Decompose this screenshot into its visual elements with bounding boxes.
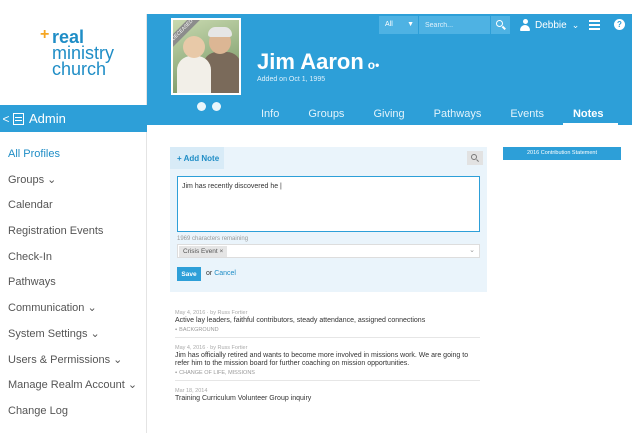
tag-icon: ⬩ [175, 369, 178, 376]
note-meta: May 4, 2016 · by Russ Fortier [175, 344, 248, 351]
note-meta: Mar 18, 2014 [175, 387, 208, 394]
admin-list-icon [13, 112, 24, 125]
photo-pager [197, 102, 221, 111]
logo-plus-icon: + [40, 26, 50, 43]
note-tags-text: CHANGE OF LIFE, MISSIONS [179, 369, 255, 376]
sidebar: + real ministry church < Admin All Profi… [0, 14, 147, 433]
admin-label: Admin [29, 111, 66, 126]
user-menu[interactable]: Debbie ⌄ [520, 16, 579, 34]
note-tags: ⬩ BACKGROUND [175, 326, 480, 334]
sidebar-item-system-settings[interactable]: System Settings ⌄ [0, 322, 147, 348]
tag-icon: ⬩ [175, 326, 178, 333]
note-tags-text: BACKGROUND [179, 326, 219, 333]
sidebar-item-groups[interactable]: Groups ⌄ [0, 168, 147, 194]
global-search: All ▼ [379, 16, 510, 34]
sidebar-nav: All Profiles Groups ⌄ Calendar Registrat… [0, 142, 147, 425]
profile-photo[interactable]: DECEASED [171, 18, 241, 95]
save-or-cancel: or Cancel [206, 270, 236, 277]
sidebar-item-pathways[interactable]: Pathways [0, 270, 147, 296]
list-item: May 4, 2016 · by Russ Fortier Jim has of… [175, 344, 480, 381]
note-textarea[interactable]: Jim has recently discovered he | [177, 176, 480, 232]
note-tags: ⬩ CHANGE OF LIFE, MISSIONS [175, 369, 480, 377]
profile-status-badge[interactable]: o• [368, 58, 380, 72]
note-meta: May 4, 2016 · by Russ Fortier [175, 310, 248, 316]
chevron-down-icon: ⌄ [469, 247, 475, 254]
pager-dot[interactable] [212, 102, 221, 111]
profile-header: All ▼ Debbie ⌄ ? DECEASED [147, 14, 632, 125]
app-frame: + real ministry church < Admin All Profi… [0, 0, 632, 433]
pager-dot[interactable] [197, 102, 206, 111]
characters-remaining: 1969 characters remaining [177, 236, 249, 242]
search-notes-button[interactable] [467, 151, 483, 165]
tab-info[interactable]: Info [261, 108, 279, 120]
tab-pathways[interactable]: Pathways [434, 108, 482, 120]
chevron-left-icon: < [2, 111, 10, 126]
profile-tabs: Info Groups Giving Pathways Events Notes [261, 108, 632, 125]
list-item: Mar 18, 2014 Training Curriculum Volunte… [175, 387, 480, 407]
profile-name: Jim Aaron o• [257, 49, 379, 75]
tab-notes[interactable]: Notes [563, 108, 617, 125]
note-body: Training Curriculum Volunteer Group inqu… [175, 394, 312, 402]
profile-added-date: Added on Oct 1, 1995 [257, 76, 326, 83]
search-scope-value: All [385, 21, 393, 28]
notes-list: May 4, 2016 · by Russ Fortier Active lay… [175, 309, 480, 412]
sidebar-item-check-in[interactable]: Check-In [0, 245, 147, 271]
note-tags-select[interactable]: Crisis Event × ⌄ [177, 244, 480, 258]
list-view-icon[interactable] [589, 20, 600, 30]
cancel-link[interactable]: Cancel [214, 270, 236, 277]
sidebar-item-calendar[interactable]: Calendar [0, 193, 147, 219]
contribution-statement-button[interactable]: 2016 Contribution Statement [503, 147, 621, 160]
profile-name-text: Jim Aaron [257, 49, 364, 74]
tab-events[interactable]: Events [510, 108, 544, 120]
help-icon[interactable]: ? [614, 19, 625, 30]
search-input[interactable] [418, 16, 490, 34]
list-item: May 4, 2016 · by Russ Fortier Active lay… [175, 309, 480, 338]
note-body: Jim has officially retired and wants to … [175, 351, 469, 368]
user-name: Debbie [535, 19, 567, 31]
realm-logo[interactable]: + real ministry church [40, 26, 140, 96]
tab-giving[interactable]: Giving [373, 108, 404, 120]
logo-word-church: church [52, 59, 107, 79]
tag-chip[interactable]: Crisis Event × [179, 246, 228, 257]
add-note-button[interactable]: + Add Note [177, 154, 219, 163]
sidebar-item-users-permissions[interactable]: Users & Permissions ⌄ [0, 348, 147, 374]
sidebar-item-registration-events[interactable]: Registration Events [0, 219, 147, 245]
notes-main: + Add Note Jim has recently discovered h… [147, 125, 632, 433]
add-note-panel: + Add Note Jim has recently discovered h… [170, 147, 487, 292]
browser-top-strip [0, 0, 632, 14]
save-button[interactable]: Save [177, 267, 201, 281]
admin-section-header[interactable]: < Admin [0, 105, 147, 132]
tab-groups[interactable]: Groups [308, 108, 344, 120]
sidebar-item-manage-realm-account[interactable]: Manage Realm Account ⌄ [0, 373, 147, 399]
caret-down-icon: ▼ [407, 21, 414, 28]
user-icon [520, 19, 530, 31]
sidebar-item-all-profiles[interactable]: All Profiles [0, 142, 147, 168]
note-body: Active lay leaders, faithful contributor… [175, 317, 426, 324]
search-button[interactable] [490, 16, 510, 34]
sidebar-item-change-log[interactable]: Change Log [0, 399, 147, 425]
sidebar-item-communication[interactable]: Communication ⌄ [0, 296, 147, 322]
search-scope-select[interactable]: All ▼ [379, 16, 418, 34]
or-text: or [206, 270, 213, 277]
chevron-down-icon: ⌄ [571, 19, 580, 30]
